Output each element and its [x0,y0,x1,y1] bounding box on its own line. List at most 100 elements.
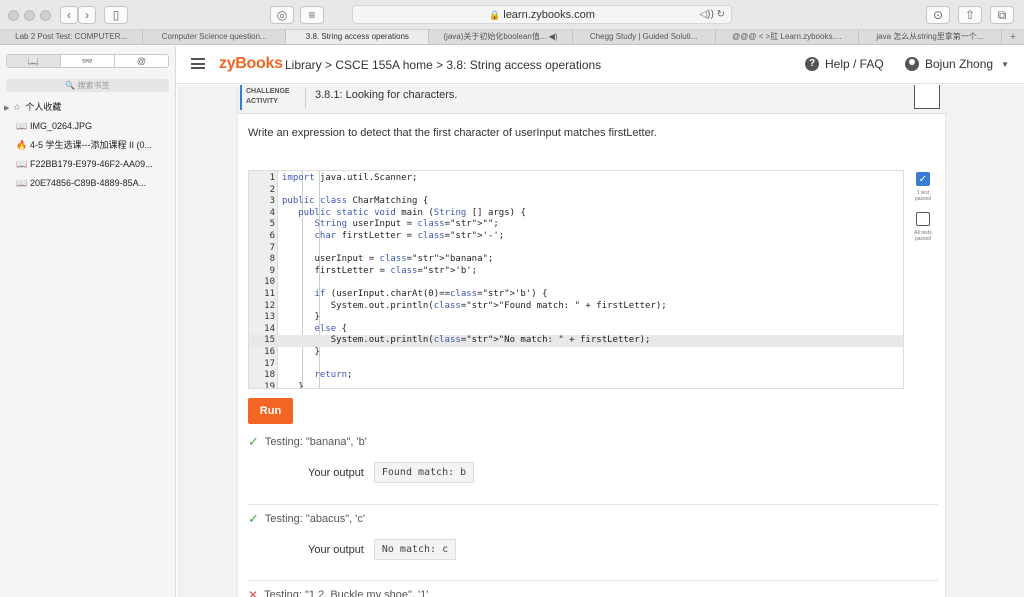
test-result-3: ✕ Testing: "1 2, Buckle my shoe", '1' [248,587,904,597]
code-line[interactable]: 2 [249,184,903,197]
code-text: public static void main (String [] args)… [298,207,526,218]
cross-icon: ✕ [248,588,259,597]
challenge-badge: CHALLENGE ACTIVITY [240,85,300,110]
bookmark-ribbon-icon[interactable] [914,85,940,109]
address-bar[interactable]: 🔒 learn.zybooks.com ◁)) ↻ [352,5,732,24]
book-icon: 📖 [16,178,28,188]
reading-list-icon[interactable]: 👓 [61,55,115,67]
tab-cs-question[interactable]: Computer Science question... [143,30,287,44]
code-editor[interactable]: 1 import java.util.Scanner; 2 3 public class… [248,170,904,389]
code-line[interactable]: 15 System.out.println(class="str">"No ma… [249,335,903,347]
code-line[interactable]: 5 String userInput = class="str">""; [249,219,903,231]
code-text: System.out.println(class="str">"No match… [282,335,651,346]
share-icon[interactable]: ⇧ [958,6,982,24]
run-button[interactable]: Run [248,398,293,424]
tab-java-string[interactable]: java 怎么从string里拿第一个... [859,30,1002,44]
tab-chegg[interactable]: Chegg Study | Guided Soluti... [573,30,716,44]
zoom-window-button[interactable] [40,10,51,21]
code-line[interactable]: 6 char firstLetter = class="str">'-'; [249,231,903,243]
output-value: No match: c [373,539,457,560]
activity-header: CHALLENGE ACTIVITY 3.8.1: Looking for ch… [238,85,947,114]
back-icon[interactable]: ‹ [60,6,78,24]
tab-lab2[interactable]: Lab 2 Post Test: COMPUTER... [0,30,144,44]
tabs-overview-icon[interactable]: ⧉ [990,6,1014,24]
tab-learn-zybooks[interactable]: @@@ < >肛 Learn.zybooks.... [716,30,859,44]
bookmark-label: IMG_0264.JPG [30,121,93,131]
code-text: String userInput = class="str">""; [314,219,499,230]
reload-icon[interactable]: ◁)) ↻ [699,6,725,24]
code-line[interactable]: 4 public static void main (String [] arg… [249,207,903,220]
code-line[interactable]: 1 import java.util.Scanner; [249,173,903,185]
forward-icon[interactable]: › [78,6,96,24]
bookmark-label: 4-5 学生选课---添加课程 II (0... [30,140,153,150]
bookmarks-icon[interactable]: 📖 [7,55,61,67]
code-text: else { [314,323,348,334]
bookmark-search-input[interactable]: 🔍 搜索书签 [6,79,169,92]
code-line[interactable]: 18 return; [249,370,903,382]
line-number: 5 [269,219,275,230]
code-line[interactable]: 8 userInput = class="str">"banana"; [249,254,903,266]
code-line[interactable]: 10 [249,277,903,289]
sidebar-toggle-icon[interactable]: ▯ [104,6,128,24]
bookmark-label: F22BB179-E979-46F2-AA09... [30,159,153,169]
code-text: import java.util.Scanner; [282,173,418,183]
breadcrumb[interactable]: Library > CSCE 155A home > 3.8: String a… [285,58,601,72]
reader-icon[interactable]: ≡ [300,6,324,24]
bookmark-item[interactable]: 📖 20E74856-C89B-4889-85A... [0,174,176,193]
line-number: 14 [264,323,275,334]
code-line[interactable]: 12 System.out.println(class="str">"Found… [249,300,903,313]
code-line[interactable]: 14 else { [249,323,903,336]
check-icon: ✓ [916,172,930,186]
code-line[interactable]: 13 } [249,312,903,324]
code-line[interactable]: 17 [249,359,903,371]
line-number: 9 [269,265,275,276]
bookmarks-sidebar: 📖 👓 @ 🔍 搜索书签 ▶ ☆ 个人收藏 📖 IMG_0264.JPG 🔥 4-5 学… [0,46,176,597]
output-label: Your output [308,543,364,556]
code-line[interactable]: 9 firstLetter = class="str">'b'; [249,265,903,278]
lock-icon: 🔒 [489,10,501,20]
code-line[interactable]: 7 [249,242,903,255]
book-icon: 📖 [16,159,28,169]
code-text: return; [314,370,353,381]
output-value: Found match: b [373,462,475,483]
code-text: userInput = class="str">"banana"; [282,254,494,265]
minimize-window-button[interactable] [24,10,35,21]
tab-string-access[interactable]: 3.8. String access operations [286,30,430,44]
test-status-all: All tests passed [911,212,935,242]
test-label: Testing: "abacus", 'c' [264,513,365,525]
menu-icon[interactable] [191,58,205,69]
disclosure-triangle-icon[interactable]: ▶ [4,105,9,112]
line-number: 12 [264,300,275,311]
tab-java-boolean[interactable]: (java)关于初始化boolean值... ◀) [429,30,573,44]
help-faq-link[interactable]: ? Help / FAQ [805,57,884,71]
checkmark-icon: ✓ [248,434,259,449]
url-text: learn.zybooks.com [503,9,595,21]
line-number: 13 [264,312,275,323]
zybooks-logo[interactable]: zyBooks [219,55,283,73]
line-number: 19 [264,381,275,389]
test-label: Testing: "1 2, Buckle my shoe", '1' [264,589,429,597]
line-number: 16 [264,347,275,357]
privacy-icon[interactable]: ◎ [270,6,294,24]
bookmark-item[interactable]: 📖 IMG_0264.JPG [0,117,176,136]
code-line[interactable]: 16 } [249,347,903,359]
code-line[interactable]: 3 public class CharMatching { [249,196,903,208]
new-tab-button[interactable]: + [1002,30,1024,44]
user-menu[interactable]: Bojun Zhong ▼ [905,57,1009,71]
line-number: 7 [269,242,275,253]
code-text: } [282,347,320,357]
bookmark-folder-favorites[interactable]: ▶ ☆ 个人收藏 [0,98,176,117]
close-window-button[interactable] [8,10,19,21]
bookmark-label: 20E74856-C89B-4889-85A... [30,178,147,188]
code-text: } [282,312,320,323]
shared-links-icon[interactable]: @ [115,55,168,67]
downloads-icon[interactable]: ⊙ [926,6,950,24]
bookmark-item[interactable]: 📖 F22BB179-E979-46F2-AA09... [0,155,176,174]
activity-prompt: Write an expression to detect that the f… [248,127,657,139]
help-icon: ? [805,57,819,71]
code-line[interactable]: 19 } [249,381,903,389]
line-number: 4 [269,207,275,218]
code-line[interactable]: 11 if (userInput.charAt(0)==class="str">… [249,289,903,301]
line-number: 2 [269,184,275,195]
bookmark-item[interactable]: 🔥 4-5 学生选课---添加课程 II (0... [0,136,176,155]
